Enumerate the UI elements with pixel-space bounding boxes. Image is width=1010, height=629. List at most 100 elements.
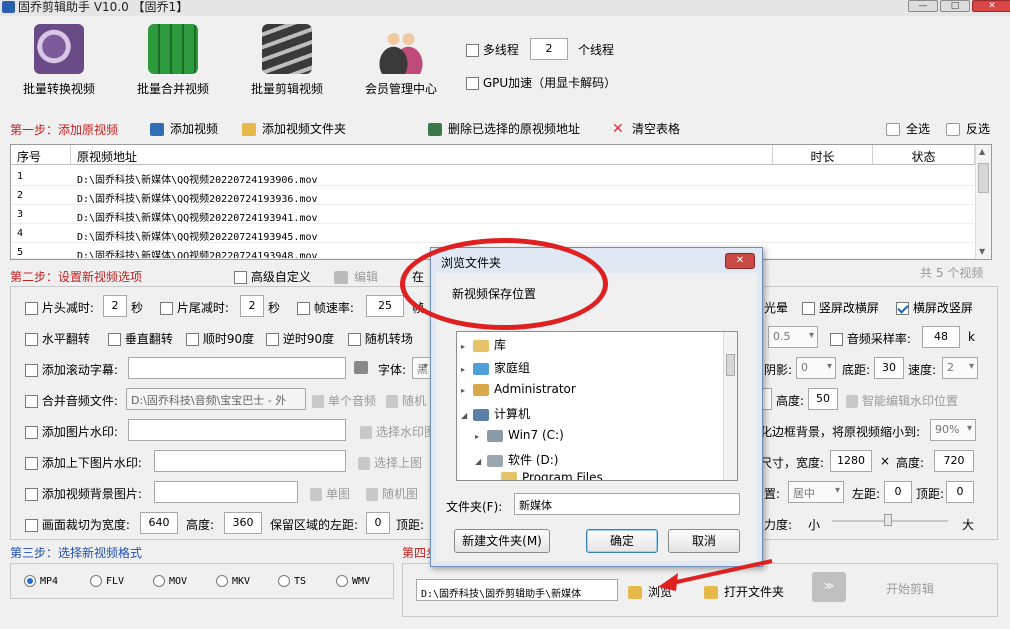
expand-icon[interactable]: ▸ — [461, 342, 469, 351]
gpu-option[interactable]: GPU加速（用显卡解码） — [466, 74, 616, 91]
thread-count-input[interactable]: 2 — [530, 38, 568, 60]
bg-image-checkbox[interactable] — [25, 488, 38, 501]
tree-item-library[interactable]: ▸ 库 — [461, 336, 506, 353]
rot-ccw-checkbox[interactable] — [266, 333, 279, 346]
scroll-sub-option[interactable]: 添加滚动字幕: — [25, 361, 118, 378]
tail-cut-checkbox[interactable] — [160, 302, 173, 315]
invert-selection-button[interactable]: 反选 — [946, 120, 990, 137]
img-watermark-checkbox[interactable] — [25, 426, 38, 439]
top-input[interactable]: 0 — [946, 481, 974, 503]
samplerate-checkbox[interactable] — [830, 333, 843, 346]
samplerate-option[interactable]: 音频采样率: — [830, 330, 911, 347]
format-radio[interactable] — [90, 575, 102, 587]
collapse-icon[interactable]: ◢ — [461, 411, 469, 420]
single-image-button[interactable]: 单图 — [310, 485, 350, 502]
bg-image-input[interactable] — [154, 481, 298, 503]
speed-select[interactable]: 2 — [942, 357, 978, 379]
format-radio[interactable] — [278, 575, 290, 587]
audio-path-input[interactable]: D:\固乔科技\音频\宝宝巴士 - 外 — [126, 388, 306, 410]
table-scrollbar[interactable]: ▲ ▼ — [975, 145, 991, 259]
format-radio[interactable] — [153, 575, 165, 587]
shadow-select[interactable]: 0 — [796, 357, 836, 379]
member-center-button[interactable]: 会员管理中心 — [346, 22, 456, 100]
v2h-checkbox[interactable] — [896, 302, 909, 315]
start-edit-button[interactable]: 开始剪辑 — [886, 580, 934, 597]
head-cut-input[interactable]: 2 — [103, 295, 127, 317]
advanced-option[interactable]: 高级自定义 — [234, 268, 311, 285]
rot-ccw-option[interactable]: 逆时90度 — [266, 330, 334, 347]
scale-select[interactable]: 90% — [930, 419, 976, 441]
random-audio-button[interactable]: 随机 — [386, 392, 426, 409]
maximize-button[interactable]: □ — [940, 0, 970, 12]
format-ts[interactable]: TS — [278, 575, 306, 587]
rot-cw-option[interactable]: 顺时90度 — [186, 330, 254, 347]
multithread-checkbox[interactable] — [466, 44, 479, 57]
tree-scrollbar[interactable] — [723, 332, 737, 480]
format-mkv[interactable]: MKV — [216, 575, 250, 587]
cancel-button[interactable]: 取消 — [668, 529, 740, 553]
crop-height-input[interactable]: 360 — [224, 512, 262, 534]
col-header-path[interactable]: 原视频地址 — [71, 145, 773, 165]
img-watermark-option[interactable]: 添加图片水印: — [25, 423, 118, 440]
crop-checkbox[interactable] — [25, 519, 38, 532]
ok-button[interactable]: 确定 — [586, 529, 658, 553]
format-wmv[interactable]: WMV — [336, 575, 370, 587]
select-all-button[interactable]: 全选 — [886, 120, 930, 137]
merge-audio-checkbox[interactable] — [25, 395, 38, 408]
close-button[interactable]: ✕ — [972, 0, 1010, 12]
expand-icon[interactable]: ▸ — [475, 432, 483, 441]
format-radio[interactable] — [24, 575, 36, 587]
scroll-sub-input[interactable] — [128, 357, 346, 379]
scroll-sub-checkbox[interactable] — [25, 364, 38, 377]
keep-left-input[interactable]: 0 — [366, 512, 390, 534]
batch-merge-button[interactable]: 批量合并视频 — [118, 22, 228, 100]
add-folder-button[interactable]: 添加视频文件夹 — [242, 120, 346, 137]
text-settings-icon[interactable] — [354, 360, 374, 374]
clear-table-button[interactable]: ✕ 清空表格 — [612, 120, 680, 137]
flip-h-option[interactable]: 水平翻转 — [25, 330, 90, 347]
samplerate-input[interactable]: 48 — [922, 326, 960, 348]
tail-cut-option[interactable]: 片尾减时: — [160, 299, 229, 316]
tb-watermark-checkbox[interactable] — [25, 457, 38, 470]
head-cut-checkbox[interactable] — [25, 302, 38, 315]
add-video-button[interactable]: 添加视频 — [150, 120, 218, 137]
h2v-option[interactable]: 竖屏改横屏 — [802, 299, 879, 316]
scroll-down-icon[interactable]: ▼ — [979, 247, 985, 256]
width-input[interactable]: 1280 — [830, 450, 872, 472]
single-audio-button[interactable]: 单个音频 — [312, 392, 376, 409]
tail-cut-input[interactable]: 2 — [240, 295, 264, 317]
col-header-no[interactable]: 序号 — [11, 145, 71, 165]
tree-scroll-thumb[interactable] — [726, 354, 735, 376]
tree-item-drive-c[interactable]: ▸ Win7 (C:) — [475, 428, 564, 442]
output-path-input[interactable]: D:\固乔科技\固乔剪辑助手\新媒体 — [416, 579, 618, 601]
crop-width-input[interactable]: 640 — [140, 512, 178, 534]
format-radio[interactable] — [216, 575, 228, 587]
tree-item-administrator[interactable]: ▸ Administrator — [461, 382, 576, 396]
expand-icon[interactable]: ▸ — [461, 386, 469, 395]
col-header-status[interactable]: 状态 — [873, 145, 975, 165]
bg-image-option[interactable]: 添加视频背景图片: — [25, 485, 142, 502]
minimize-button[interactable]: — — [908, 0, 938, 12]
framerate-checkbox[interactable] — [297, 302, 310, 315]
batch-convert-button[interactable]: 批量转换视频 — [4, 22, 114, 100]
slider-thumb[interactable] — [884, 514, 892, 526]
smart-watermark-button[interactable]: 智能编辑水印位置 — [846, 392, 958, 409]
bottom-input[interactable]: 30 — [874, 357, 904, 379]
gpu-checkbox[interactable] — [466, 77, 479, 90]
new-folder-button[interactable]: 新建文件夹(M) — [454, 529, 550, 553]
advanced-checkbox[interactable] — [234, 271, 247, 284]
framerate-option[interactable]: 帧速率: — [297, 299, 354, 316]
format-mov[interactable]: MOV — [153, 575, 187, 587]
rand-rot-checkbox[interactable] — [348, 333, 361, 346]
rot-cw-checkbox[interactable] — [186, 333, 199, 346]
crop-option[interactable]: 画面裁切为宽度: — [25, 516, 130, 533]
delete-selected-button[interactable]: 删除已选择的原视频地址 — [428, 120, 580, 137]
dialog-close-button[interactable]: ✕ — [725, 253, 755, 269]
tree-item-homegroup[interactable]: ▸ 家庭组 — [461, 359, 530, 376]
v2h-option[interactable]: 横屏改竖屏 — [896, 299, 973, 316]
height2-input[interactable]: 720 — [934, 450, 974, 472]
batch-edit-button[interactable]: 批量剪辑视频 — [232, 22, 342, 100]
scroll-thumb[interactable] — [978, 163, 989, 193]
tb-watermark-input[interactable] — [154, 450, 346, 472]
col-header-duration[interactable]: 时长 — [773, 145, 873, 165]
